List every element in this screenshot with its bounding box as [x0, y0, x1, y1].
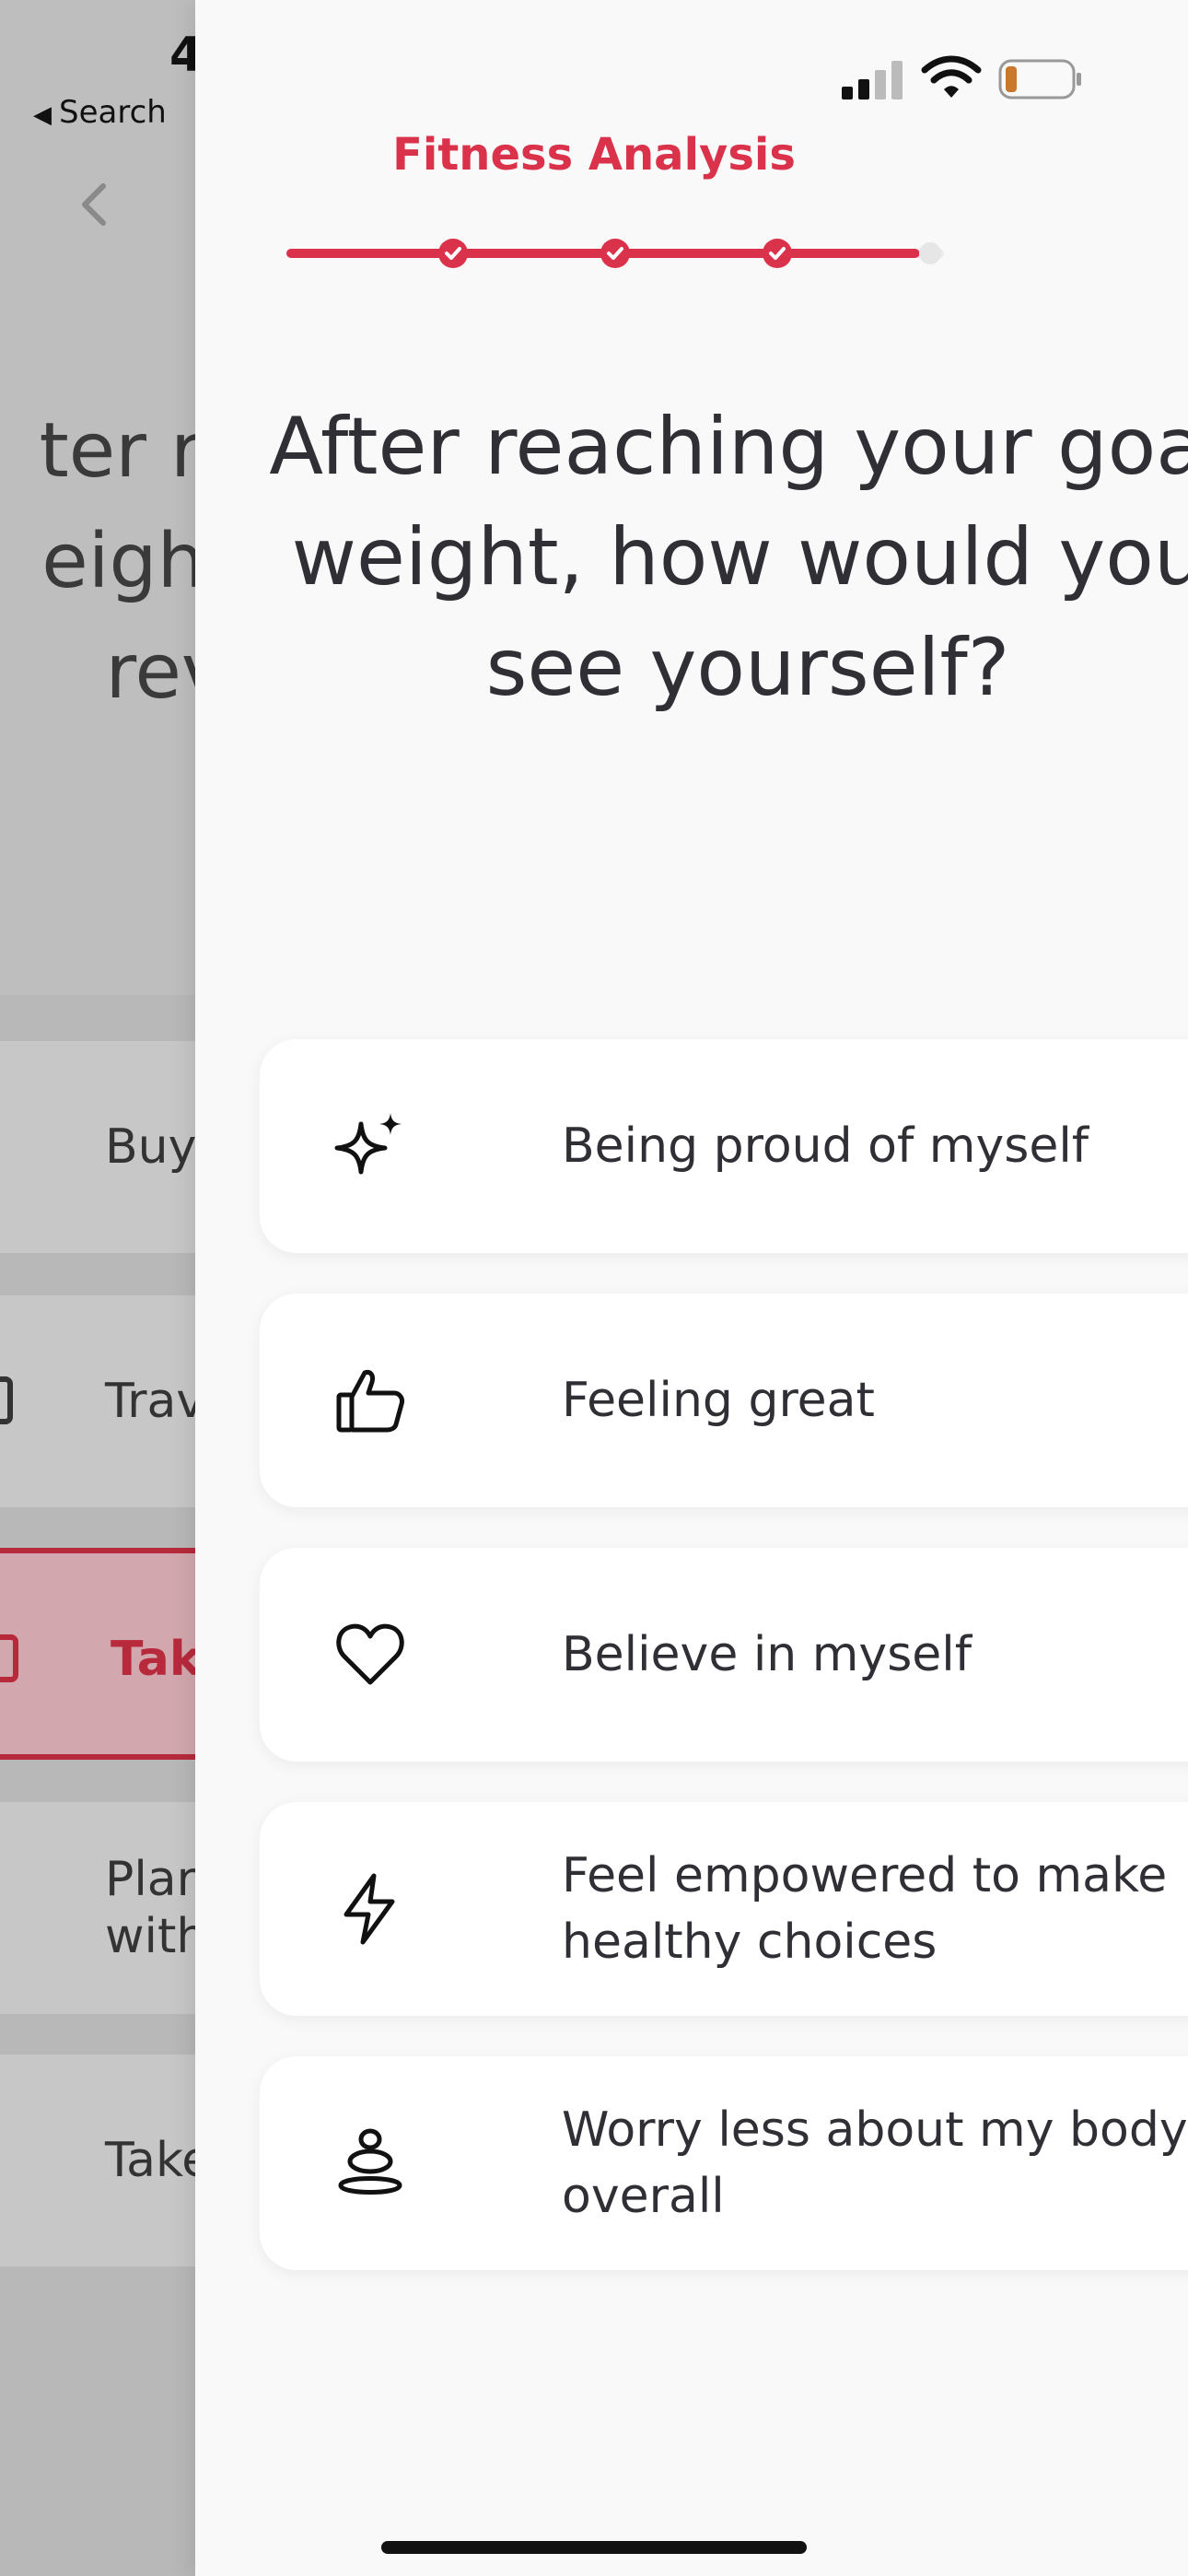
calendar-icon — [0, 1634, 18, 1682]
progress-stepper — [286, 239, 944, 268]
wifi-icon — [921, 55, 982, 98]
thumbs-up-icon — [336, 1370, 404, 1433]
previous-option-label: Buy — [105, 1119, 197, 1175]
previous-option-label: Trav — [105, 1374, 205, 1429]
suitcase-icon — [0, 1376, 13, 1424]
option-label: Being proud of myself — [562, 1118, 1089, 1174]
question-line: see yourself? — [485, 622, 1010, 714]
back-triangle-icon: ◀ — [33, 101, 52, 129]
lightning-icon — [344, 1873, 395, 1945]
heart-icon — [336, 1623, 404, 1685]
question-line: After reaching your goal — [269, 401, 1188, 493]
back-chevron-icon[interactable] — [76, 181, 112, 228]
option-worry-less[interactable]: Worry less about my body overall — [260, 2056, 1188, 2270]
option-being-proud[interactable]: Being proud of myself — [260, 1039, 1188, 1253]
page-title: Fitness Analysis — [392, 129, 796, 181]
step-pending-marker — [919, 242, 941, 264]
question-sheet: Fitness Analysis After reaching your goa… — [195, 0, 1188, 2576]
sparkles-icon — [334, 1113, 402, 1175]
option-label: Feeling great — [562, 1373, 875, 1428]
cellular-signal-icon — [842, 61, 903, 100]
option-label: Believe in myself — [562, 1627, 973, 1682]
battery-icon — [998, 59, 1081, 100]
home-indicator[interactable] — [381, 2541, 807, 2554]
back-to-app-link[interactable]: ◀ Search — [33, 94, 167, 131]
stacked-stones-icon — [338, 2128, 402, 2195]
option-feeling-great[interactable]: Feeling great — [260, 1294, 1188, 1507]
option-believe-in-myself[interactable]: Believe in myself — [260, 1548, 1188, 1762]
back-to-app-label: Search — [59, 94, 167, 131]
previous-option-label: Plar with — [105, 1852, 207, 1964]
question-heading: After reaching your goal weight, how wou… — [195, 392, 1188, 723]
question-line: weight, how would you — [291, 511, 1188, 603]
option-label: Worry less about my body overall — [562, 2102, 1188, 2224]
option-label: Feel empowered to make healthy choices — [562, 1848, 1168, 1970]
option-feel-empowered[interactable]: Feel empowered to make healthy choices — [260, 1802, 1188, 2016]
